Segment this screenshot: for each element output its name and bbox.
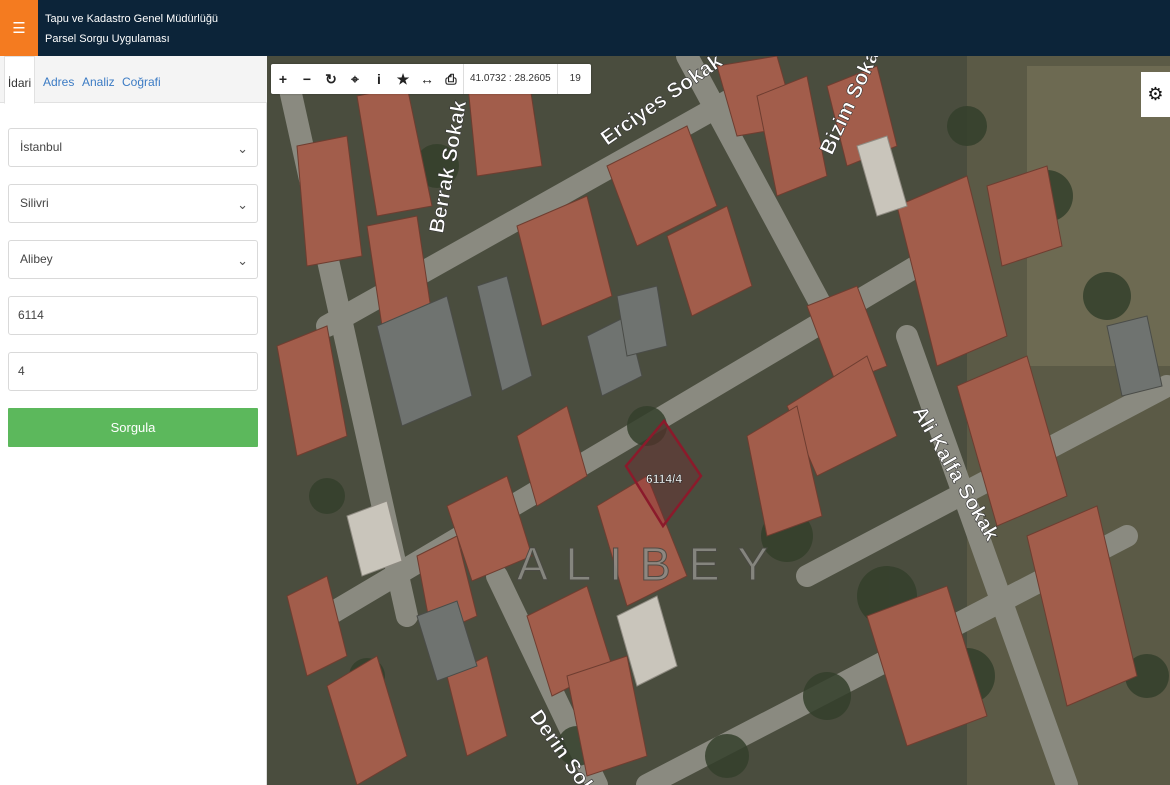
area-label: ALIBEY: [517, 538, 786, 590]
zoom-out-icon[interactable]: −: [295, 64, 319, 94]
header-titles: Tapu ve Kadastro Genel Müdürlüğü Parsel …: [45, 9, 218, 49]
parcel-number-input[interactable]: 4: [8, 352, 258, 391]
measure-icon[interactable]: ↔: [415, 64, 439, 94]
hamburger-menu-icon[interactable]: ☰: [0, 0, 38, 56]
parcel-label: 6114/4: [646, 472, 682, 486]
map-imagery: Erciyes Sokak Bizim Sokak Berrak Sokak A…: [267, 56, 1170, 785]
print-icon[interactable]: ⎙: [439, 64, 463, 94]
neighborhood-select[interactable]: Alibey ⌄: [8, 240, 258, 279]
zoom-in-icon[interactable]: +: [271, 64, 295, 94]
info-icon[interactable]: i: [367, 64, 391, 94]
block-number-input[interactable]: 6114: [8, 296, 258, 335]
chevron-down-icon: ⌄: [237, 141, 248, 156]
locate-icon[interactable]: ⌖: [343, 64, 367, 94]
zoom-level: 19: [556, 64, 591, 94]
coordinate-readout: 41.0732 : 28.2605: [463, 64, 557, 94]
app-header: ☰ Tapu ve Kadastro Genel Müdürlüğü Parse…: [0, 0, 1170, 56]
app-name: Parsel Sorgu Uygulaması: [45, 33, 170, 45]
org-name: Tapu ve Kadastro Genel Müdürlüğü: [45, 13, 219, 25]
province-select[interactable]: İstanbul ⌄: [8, 128, 258, 167]
refresh-icon[interactable]: ↻: [319, 64, 343, 94]
favorite-star-icon[interactable]: ★: [391, 64, 415, 94]
tab-adres[interactable]: Adres: [43, 56, 74, 103]
tab-analiz[interactable]: Analiz: [82, 56, 115, 103]
chevron-down-icon: ⌄: [237, 197, 248, 212]
province-value: İstanbul: [20, 140, 63, 154]
tab-idari[interactable]: İdari: [4, 56, 35, 104]
map-toolbar: + − ↻ ⌖ i ★ ↔ ⎙ 41.0732 : 28.2605 19: [271, 64, 591, 94]
chevron-down-icon: ⌄: [237, 253, 248, 268]
satellite-map[interactable]: Erciyes Sokak Bizim Sokak Berrak Sokak A…: [267, 56, 1170, 785]
gear-icon[interactable]: ⚙: [1141, 72, 1170, 117]
tab-bar: İdari Adres Analiz Coğrafi: [0, 56, 267, 104]
query-button[interactable]: Sorgula: [8, 408, 258, 447]
district-value: Silivri: [20, 196, 49, 210]
neighborhood-value: Alibey: [20, 252, 53, 266]
district-select[interactable]: Silivri ⌄: [8, 184, 258, 223]
tab-cografi[interactable]: Coğrafi: [122, 56, 161, 103]
query-sidebar: İdari Adres Analiz Coğrafi İstanbul ⌄ Si…: [0, 56, 267, 785]
